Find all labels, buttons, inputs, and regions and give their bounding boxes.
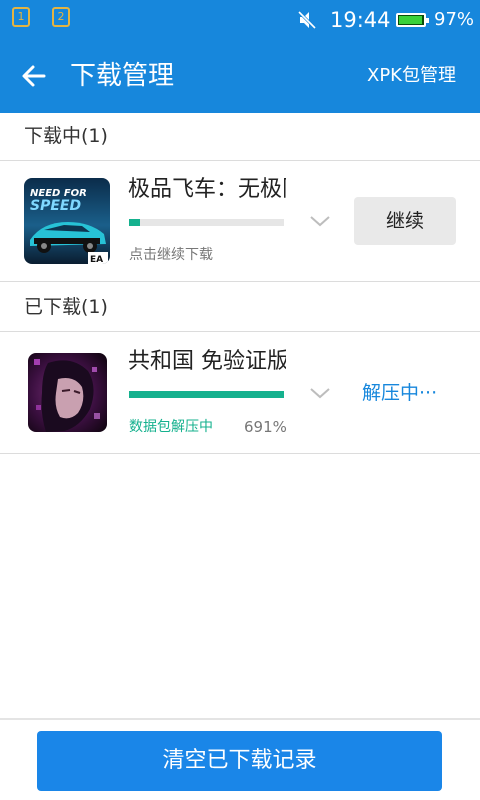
status-bar: 1 2 19:44 97% xyxy=(0,0,480,40)
svg-text:SPEED: SPEED xyxy=(30,198,81,214)
chevron-down-icon[interactable] xyxy=(308,381,332,405)
xpk-manage-button[interactable]: XPK包管理 xyxy=(367,64,456,88)
extract-progress-bar xyxy=(129,391,284,398)
app-icon-need-for-speed: NEED FOR SPEED EA xyxy=(24,178,110,264)
app-name: 极品飞车：无极限 xyxy=(128,177,286,202)
section-header-downloading: 下载中(1) xyxy=(0,113,480,161)
download-progress-bar xyxy=(129,219,284,226)
extract-percent: 691% xyxy=(244,418,287,436)
download-item[interactable]: 共和国 免验证版 数据包解压中 691% 解压中··· xyxy=(0,333,480,454)
battery-percent: 97% xyxy=(434,9,475,30)
clear-downloaded-button[interactable]: 清空已下载记录 xyxy=(37,731,442,791)
mute-icon xyxy=(297,10,317,30)
download-progress-fill xyxy=(129,219,140,226)
battery-fill xyxy=(399,16,422,24)
svg-text:EA: EA xyxy=(90,255,103,264)
app-bar: 下载管理 XPK包管理 xyxy=(0,40,480,113)
clock: 19:44 xyxy=(330,8,391,32)
bottom-divider xyxy=(0,718,480,720)
extract-progress-fill xyxy=(129,391,284,398)
app-icon-republique xyxy=(28,353,107,432)
page-title: 下载管理 xyxy=(70,61,175,91)
notification-1-icon: 1 xyxy=(12,7,30,27)
back-arrow-icon[interactable] xyxy=(20,62,48,90)
download-item[interactable]: NEED FOR SPEED EA 极品飞车：无极限 点击继续下载 继续 xyxy=(0,161,480,282)
battery-icon xyxy=(396,13,429,27)
download-status: 点击继续下载 xyxy=(129,247,213,263)
extracting-status-button[interactable]: 解压中··· xyxy=(362,379,437,407)
app-name: 共和国 免验证版 xyxy=(128,349,286,374)
resume-button[interactable]: 继续 xyxy=(354,197,456,245)
extract-status: 数据包解压中 xyxy=(129,419,213,435)
chevron-down-icon[interactable] xyxy=(308,209,332,233)
notification-2-icon: 2 xyxy=(52,7,70,27)
section-header-downloaded: 已下载(1) xyxy=(0,284,480,332)
